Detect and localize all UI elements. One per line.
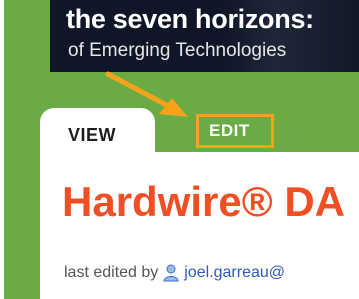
tab-view-label: VIEW: [68, 125, 117, 145]
tab-view[interactable]: VIEW: [40, 108, 155, 154]
banner-title: the seven horizons:: [66, 4, 314, 34]
banner-subtitle: of Emerging Technologies: [68, 40, 287, 61]
editor-user-link[interactable]: joel.garreau@: [184, 264, 285, 282]
last-edited-prefix: last edited by: [64, 264, 159, 281]
tab-edit[interactable]: EDIT: [196, 114, 274, 148]
user-icon: [163, 264, 179, 282]
page-title: Hardwire® DA: [62, 178, 346, 225]
last-edited-line: last edited by joel.garreau@: [64, 264, 285, 282]
site-banner: the seven horizons: of Emerging Technolo…: [50, 0, 359, 72]
tab-edit-label: EDIT: [209, 121, 250, 140]
